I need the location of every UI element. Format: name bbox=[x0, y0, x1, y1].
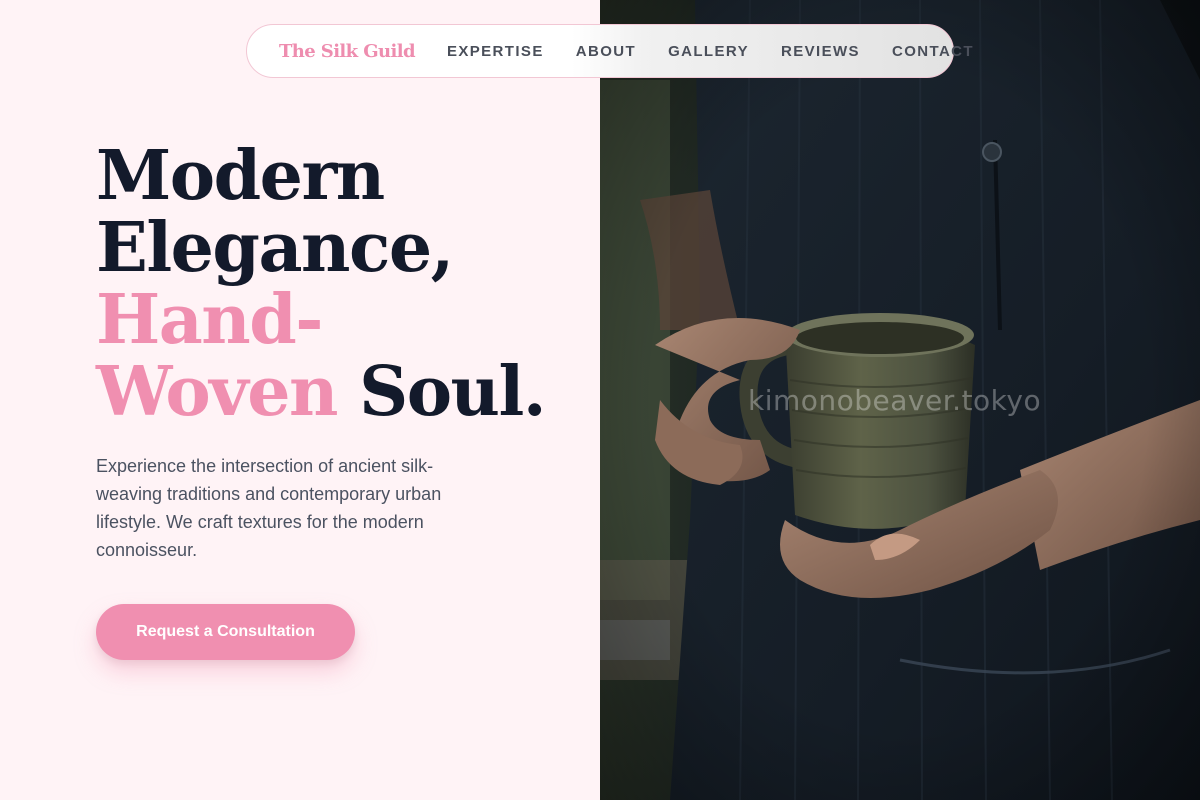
hero-title-end-word: Soul. bbox=[359, 352, 546, 432]
nav-link-reviews[interactable]: REVIEWS bbox=[781, 43, 860, 60]
hero-description: Experience the intersection of ancient s… bbox=[96, 456, 442, 560]
hero-title-line-3: Hand- bbox=[96, 280, 324, 360]
hero-section: Modern Elegance, Hand- Woven Soul. Exper… bbox=[0, 0, 600, 800]
hero-title-line-2: Elegance, bbox=[96, 208, 454, 288]
nav-link-contact[interactable]: CONTACT bbox=[892, 43, 974, 60]
nav-link-gallery[interactable]: GALLERY bbox=[668, 43, 749, 60]
nav-link-expertise[interactable]: EXPERTISE bbox=[447, 43, 544, 60]
hero-title-accent-word: Woven bbox=[96, 352, 338, 432]
brand-logo[interactable]: The Silk Guild bbox=[279, 41, 416, 62]
request-consultation-button[interactable]: Request a Consultation bbox=[96, 604, 355, 660]
hero-title-line-4: Woven Soul. bbox=[96, 356, 547, 428]
top-navigation: The Silk Guild EXPERTISE ABOUT GALLERY R… bbox=[246, 24, 973, 78]
watermark-text: kimonobeaver.tokyo bbox=[748, 384, 1042, 417]
hero-title-line-1: Modern bbox=[96, 136, 385, 216]
hero-title: Modern Elegance, Hand- Woven Soul. bbox=[96, 136, 547, 428]
nav-link-about[interactable]: ABOUT bbox=[576, 43, 636, 60]
